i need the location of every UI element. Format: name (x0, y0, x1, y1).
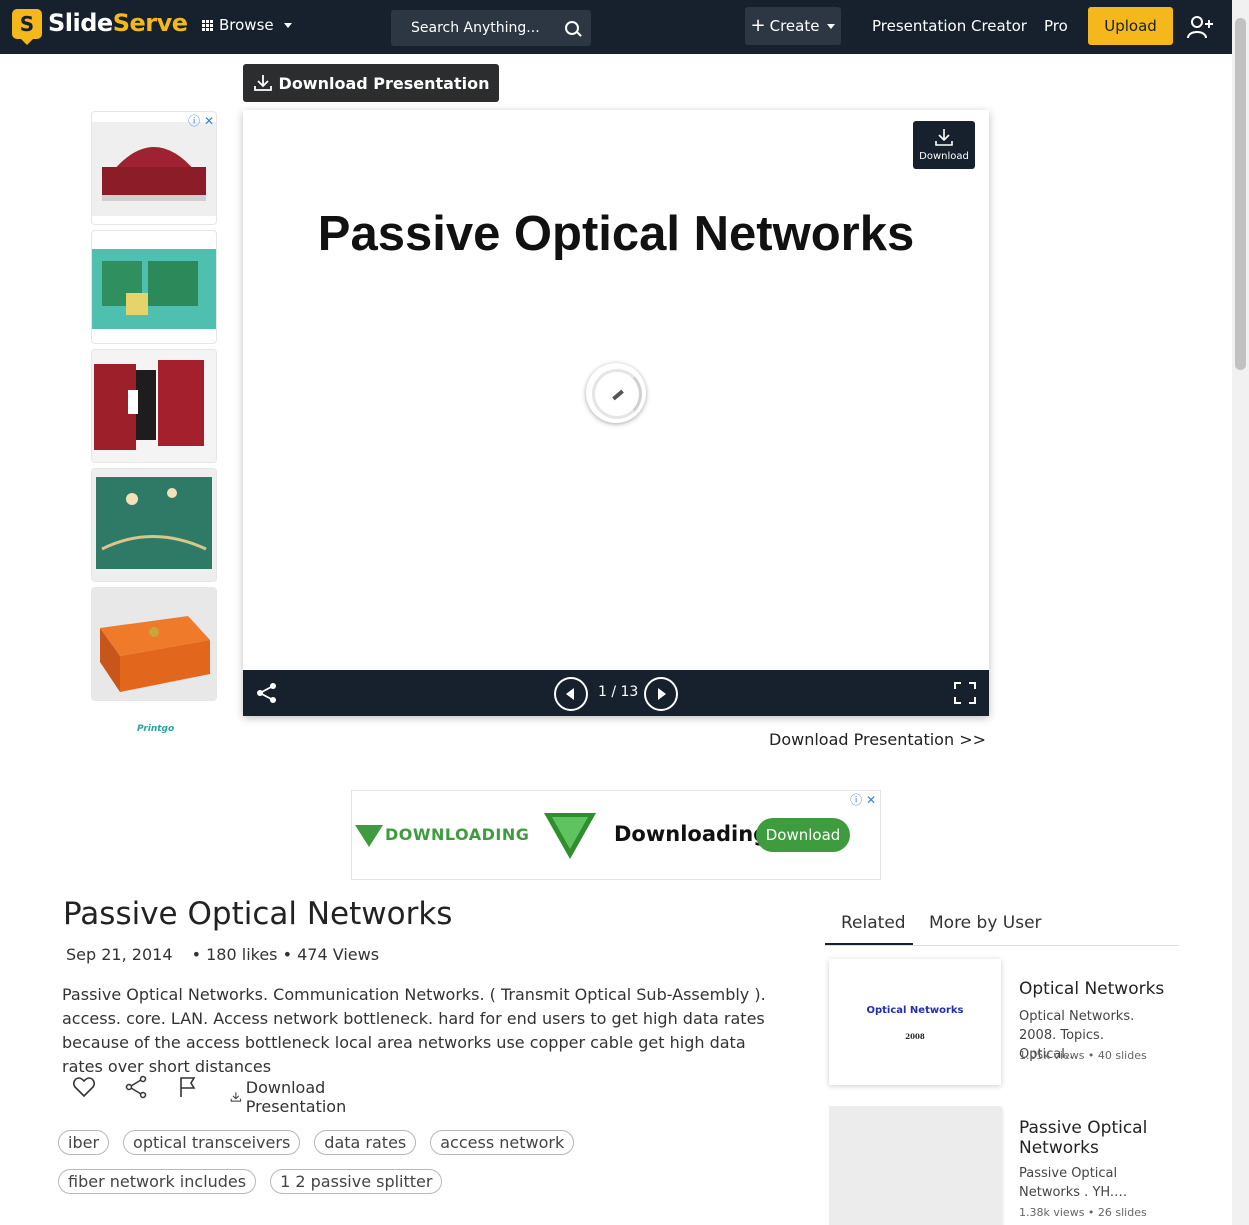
slide-viewer[interactable]: Passive Optical Networks Download 1 / 13 (243, 110, 989, 716)
related-tabs: Related More by User (825, 905, 1179, 946)
presentation-stats: • 180 likes • 474 Views (191, 945, 380, 964)
logo-text-slide: Slide (48, 9, 113, 37)
flag-icon[interactable] (176, 1075, 200, 1099)
ad-product-2[interactable] (91, 230, 217, 344)
ad-product-4[interactable] (91, 468, 217, 582)
browse-menu[interactable]: Browse (202, 16, 292, 34)
banner-ad-download-button[interactable]: Download (756, 818, 850, 852)
banner-ad-small-text: DOWNLOADING (385, 825, 530, 844)
download-icon (230, 1092, 242, 1102)
download-presentation-link[interactable]: Download Presentation >> (769, 730, 986, 749)
ad-close-icon[interactable]: ⓘ ✕ (850, 791, 876, 808)
ad-brand-logo[interactable]: Printgo (137, 724, 174, 734)
side-ad-column: ⓘ ✕ (91, 111, 217, 706)
download-presentation-action[interactable]: Download Presentation (230, 1078, 354, 1116)
slideserve-logo-icon[interactable]: S (12, 9, 42, 45)
tag[interactable]: iber (58, 1130, 110, 1155)
download-action-label: Download Presentation (245, 1078, 347, 1116)
related-description: Passive Optical Networks . YH.… (1019, 1166, 1128, 1200)
active-tab-indicator (825, 943, 913, 945)
slideserve-logo[interactable]: SlideServe (48, 9, 188, 37)
search-icon[interactable] (565, 21, 579, 35)
slide-title: Passive Optical Networks (317, 207, 915, 261)
related-item[interactable]: Passive Optical Networks Passive Optical… (829, 1106, 1179, 1225)
banner-ad-title: Downloading (614, 822, 769, 846)
download-icon (253, 75, 272, 91)
tag[interactable]: optical transceivers (123, 1130, 301, 1155)
create-button[interactable]: + Create (745, 7, 841, 45)
top-navbar: S SlideServe Browse Search Anything... +… (0, 0, 1232, 54)
slide-download-label: Download (919, 151, 969, 162)
pro-link[interactable]: Pro (1044, 17, 1068, 35)
viewer-controls: 1 / 13 (243, 670, 989, 716)
next-slide-button[interactable] (644, 677, 678, 711)
download-presentation-button[interactable]: Download Presentation (243, 64, 499, 102)
tag[interactable]: fiber network includes (58, 1169, 257, 1194)
related-stats: 1.05k views • 40 slides (1019, 1049, 1147, 1062)
tag[interactable]: access network (430, 1130, 575, 1155)
download-presentation-label: Download Presentation (278, 73, 490, 93)
tag[interactable]: data rates (314, 1130, 417, 1155)
search-input[interactable]: Search Anything... (391, 10, 591, 46)
scrollbar-thumb[interactable] (1235, 18, 1246, 370)
related-item[interactable]: Optical Networks 2008 Optical Networks O… (829, 959, 1179, 1089)
heart-icon[interactable] (72, 1075, 96, 1099)
thumbnail-subtitle: 2008 (905, 1032, 925, 1041)
tag-list: iber optical transceivers data rates access… (58, 1130, 778, 1208)
search-placeholder: Search Anything... (411, 20, 540, 36)
ad-product-1[interactable]: ⓘ ✕ (91, 111, 217, 225)
tab-related[interactable]: Related (841, 913, 906, 933)
grid-icon (202, 19, 213, 31)
presentation-description: Passive Optical Networks. Communication … (62, 985, 766, 1076)
tab-more-by-user[interactable]: More by User (929, 913, 1042, 933)
chevron-down-icon (283, 22, 292, 28)
share-icon[interactable] (124, 1075, 148, 1099)
presentation-creator-link[interactable]: Presentation Creator (872, 17, 1027, 35)
related-title[interactable]: Optical Networks (1019, 979, 1169, 999)
triangle-right-icon (658, 688, 666, 700)
triangle-left-icon (566, 688, 574, 700)
related-stats: 1.38k views • 26 slides (1019, 1206, 1147, 1219)
triangle-logo-icon (355, 825, 383, 847)
download-icon (935, 129, 953, 146)
upload-date: Sep 21, 2014 (66, 945, 173, 964)
fullscreen-icon[interactable] (954, 682, 976, 704)
loading-spinner-icon (586, 363, 646, 423)
related-thumbnail[interactable] (829, 1106, 1001, 1225)
ad-close-icon[interactable]: ⓘ ✕ (188, 112, 214, 129)
related-thumbnail[interactable]: Optical Networks 2008 (829, 959, 1001, 1085)
plus-icon: + (750, 15, 766, 36)
banner-ad[interactable]: ⓘ ✕ DOWNLOADING Downloading Download (351, 790, 881, 880)
ad-product-5[interactable] (91, 587, 217, 701)
slide-download-button[interactable]: Download (913, 121, 975, 169)
create-label: Create (769, 17, 820, 35)
presentation-meta: Sep 21, 2014 • 180 likes • 474 Views (66, 945, 379, 964)
ad-product-3[interactable] (91, 349, 217, 463)
triangle-logo-icon (544, 813, 596, 859)
chevron-down-icon (827, 23, 836, 29)
previous-slide-button[interactable] (554, 677, 588, 711)
tag[interactable]: 1 2 passive splitter (270, 1169, 443, 1194)
upload-button[interactable]: Upload (1088, 7, 1173, 45)
logo-text-serve: Serve (112, 9, 188, 37)
share-icon[interactable] (256, 682, 278, 704)
browse-label: Browse (219, 16, 274, 34)
thumbnail-title: Optical Networks (866, 1005, 964, 1016)
page-indicator: 1 / 13 (598, 684, 639, 700)
add-user-icon[interactable] (1187, 14, 1215, 40)
related-title[interactable]: Passive Optical Networks (1019, 1118, 1169, 1158)
page-title: Passive Optical Networks (63, 896, 453, 932)
